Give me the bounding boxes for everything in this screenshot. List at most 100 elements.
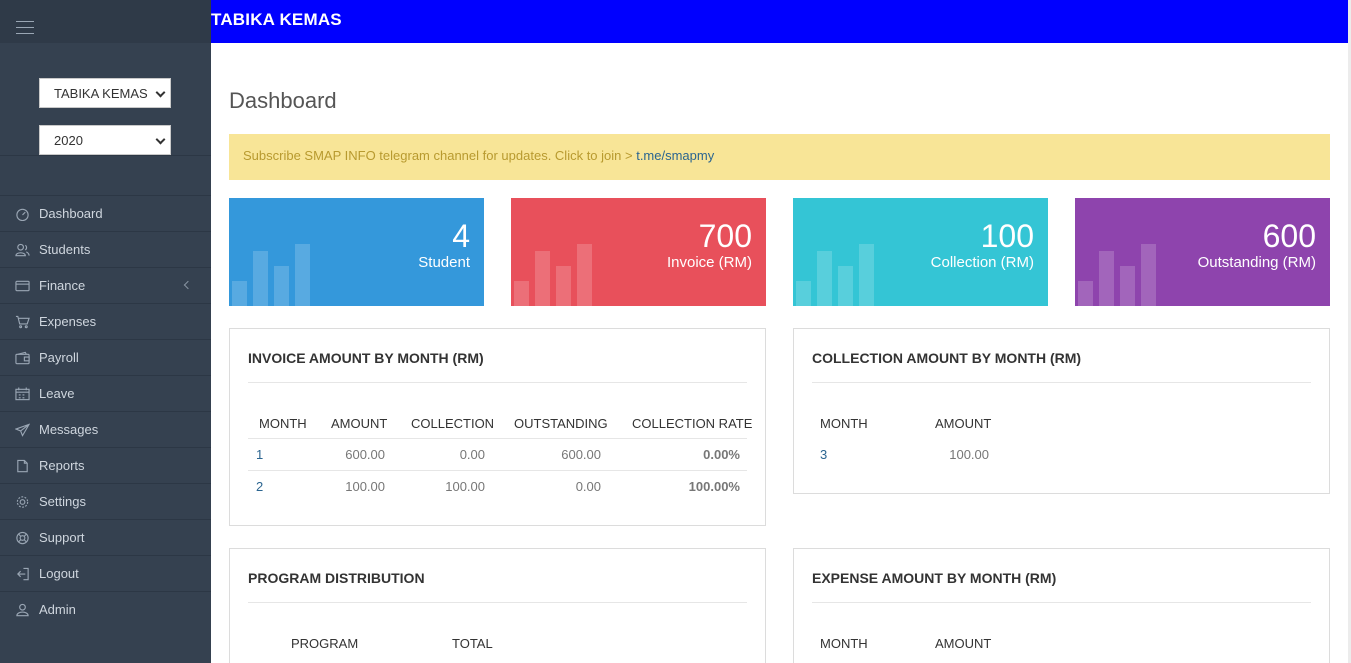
sidebar-item-leave[interactable]: Leave	[0, 375, 211, 411]
document-icon	[15, 459, 30, 473]
column-header: TOTAL	[452, 636, 493, 651]
expense-panel: EXPENSE AMOUNT BY MONTH (RM) MONTH AMOUN…	[793, 548, 1330, 663]
panel-title: EXPENSE AMOUNT BY MONTH (RM)	[812, 570, 1057, 586]
panel-title: PROGRAM DISTRIBUTION	[248, 570, 425, 586]
column-header: AMOUNT	[935, 416, 992, 431]
table-cell-amount: 100.00	[949, 447, 989, 462]
sidebar-item-admin[interactable]: Admin	[0, 591, 211, 627]
sidebar-item-label: Leave	[39, 386, 75, 401]
life-ring-icon	[15, 531, 30, 545]
wallet-icon	[15, 351, 30, 365]
hamburger-menu-icon[interactable]	[16, 21, 34, 35]
column-header: COLLECTION RATE	[632, 416, 753, 431]
bar-decoration-icon	[1075, 236, 1165, 306]
sidebar-item-label: Dashboard	[39, 206, 103, 221]
table-cell-collection: 100.00	[445, 479, 485, 494]
sidebar-item-label: Settings	[39, 494, 86, 509]
stat-value: 600	[1262, 218, 1316, 254]
table-cell-amount: 600.00	[345, 447, 385, 462]
stat-label: Invoice (RM)	[666, 254, 752, 271]
chevron-down-icon	[155, 87, 166, 98]
bar-decoration-icon	[511, 236, 601, 306]
school-select-value: TABIKA KEMAS	[54, 86, 148, 101]
sidebar-item-dashboard[interactable]: Dashboard	[0, 195, 211, 231]
table-cell-rate: 100.00%	[688, 479, 740, 494]
stat-card-outstanding: 600 Outstanding (RM)	[1075, 198, 1330, 306]
sidebar-item-logout[interactable]: Logout	[0, 555, 211, 591]
sidebar-divider	[0, 155, 211, 156]
bar-decoration-icon	[229, 236, 319, 306]
sidebar-item-finance[interactable]: Finance	[0, 267, 211, 303]
calendar-icon	[15, 387, 30, 401]
column-header: MONTH	[820, 636, 868, 651]
main-content: Dashboard Subscribe SMAP INFO telegram c…	[211, 43, 1348, 663]
column-header: COLLECTION	[411, 416, 495, 431]
sign-out-icon	[15, 567, 30, 581]
panel-title: COLLECTION AMOUNT BY MONTH (RM)	[812, 350, 1082, 366]
credit-card-icon	[15, 279, 30, 292]
dashboard-gauge-icon	[15, 207, 30, 222]
bar-decoration-icon	[793, 236, 883, 306]
sidebar-item-students[interactable]: Students	[0, 231, 211, 267]
stat-label: Student	[418, 254, 470, 271]
app-title: TABIKA KEMAS	[211, 10, 342, 29]
sidebar-menu: Dashboard Students Finance Expenses Payr…	[0, 195, 211, 627]
table-cell-month[interactable]: 1	[256, 447, 263, 462]
stat-value: 700	[698, 218, 752, 254]
sidebar-item-label: Support	[39, 530, 85, 545]
sidebar-item-label: Admin	[39, 602, 76, 617]
invoice-panel: INVOICE AMOUNT BY MONTH (RM) MONTH AMOUN…	[229, 328, 766, 526]
sidebar-item-support[interactable]: Support	[0, 519, 211, 555]
year-select-value: 2020	[54, 133, 83, 148]
column-header: PROGRAM	[291, 636, 359, 651]
table-cell-outstanding: 600.00	[561, 447, 601, 462]
sidebar-item-label: Payroll	[39, 350, 79, 365]
table-cell-month[interactable]: 3	[820, 447, 827, 462]
telegram-alert: Subscribe SMAP INFO telegram channel for…	[229, 134, 1330, 180]
program-distribution-panel: PROGRAM DISTRIBUTION PROGRAM TOTAL	[229, 548, 766, 663]
gear-icon	[15, 495, 30, 508]
table-header-divider	[248, 438, 747, 439]
sidebar-item-label: Logout	[39, 566, 79, 581]
users-icon	[15, 243, 30, 257]
paper-plane-icon	[14, 423, 31, 437]
table-cell-month[interactable]: 2	[256, 479, 263, 494]
stat-card-collection: 100 Collection (RM)	[793, 198, 1048, 306]
table-row-divider	[248, 470, 747, 471]
chevron-down-icon	[155, 134, 166, 145]
column-header: AMOUNT	[935, 636, 992, 651]
school-select[interactable]: TABIKA KEMAS	[39, 78, 171, 108]
stat-card-invoice: 700 Invoice (RM)	[511, 198, 766, 306]
year-select[interactable]: 2020	[39, 125, 171, 155]
telegram-link[interactable]: t.me/smapmy	[636, 148, 714, 163]
stat-value: 100	[980, 218, 1034, 254]
column-header: MONTH	[259, 416, 307, 431]
panel-title: INVOICE AMOUNT BY MONTH (RM)	[248, 350, 484, 366]
column-header: MONTH	[820, 416, 868, 431]
page-title: Dashboard	[229, 88, 337, 113]
shopping-cart-icon	[15, 315, 30, 329]
sidebar-item-payroll[interactable]: Payroll	[0, 339, 211, 375]
stat-value: 4	[452, 218, 470, 254]
table-cell-amount: 100.00	[345, 479, 385, 494]
table-cell-outstanding: 0.00	[575, 479, 601, 494]
sidebar-item-expenses[interactable]: Expenses	[0, 303, 211, 339]
sidebar-item-label: Students	[39, 242, 91, 257]
sidebar-item-settings[interactable]: Settings	[0, 483, 211, 519]
alert-text: Subscribe SMAP INFO telegram channel for…	[243, 148, 637, 163]
sidebar-item-label: Finance	[39, 278, 86, 293]
sidebar-header	[0, 0, 211, 43]
sidebar-item-label: Expenses	[39, 314, 97, 329]
stat-label: Outstanding (RM)	[1197, 254, 1316, 271]
panel-divider	[248, 602, 747, 603]
column-header: OUTSTANDING	[514, 416, 608, 431]
sidebar-item-reports[interactable]: Reports	[0, 447, 211, 483]
panel-divider	[248, 382, 747, 383]
collection-panel: COLLECTION AMOUNT BY MONTH (RM) MONTH AM…	[793, 328, 1330, 494]
stat-label: Collection (RM)	[930, 254, 1034, 271]
panel-divider	[812, 382, 1311, 383]
panel-divider	[812, 602, 1311, 603]
sidebar: TABIKA KEMAS 2020 Dashboard Students Fin…	[0, 43, 211, 663]
sidebar-item-messages[interactable]: Messages	[0, 411, 211, 447]
chevron-left-icon	[183, 280, 193, 290]
